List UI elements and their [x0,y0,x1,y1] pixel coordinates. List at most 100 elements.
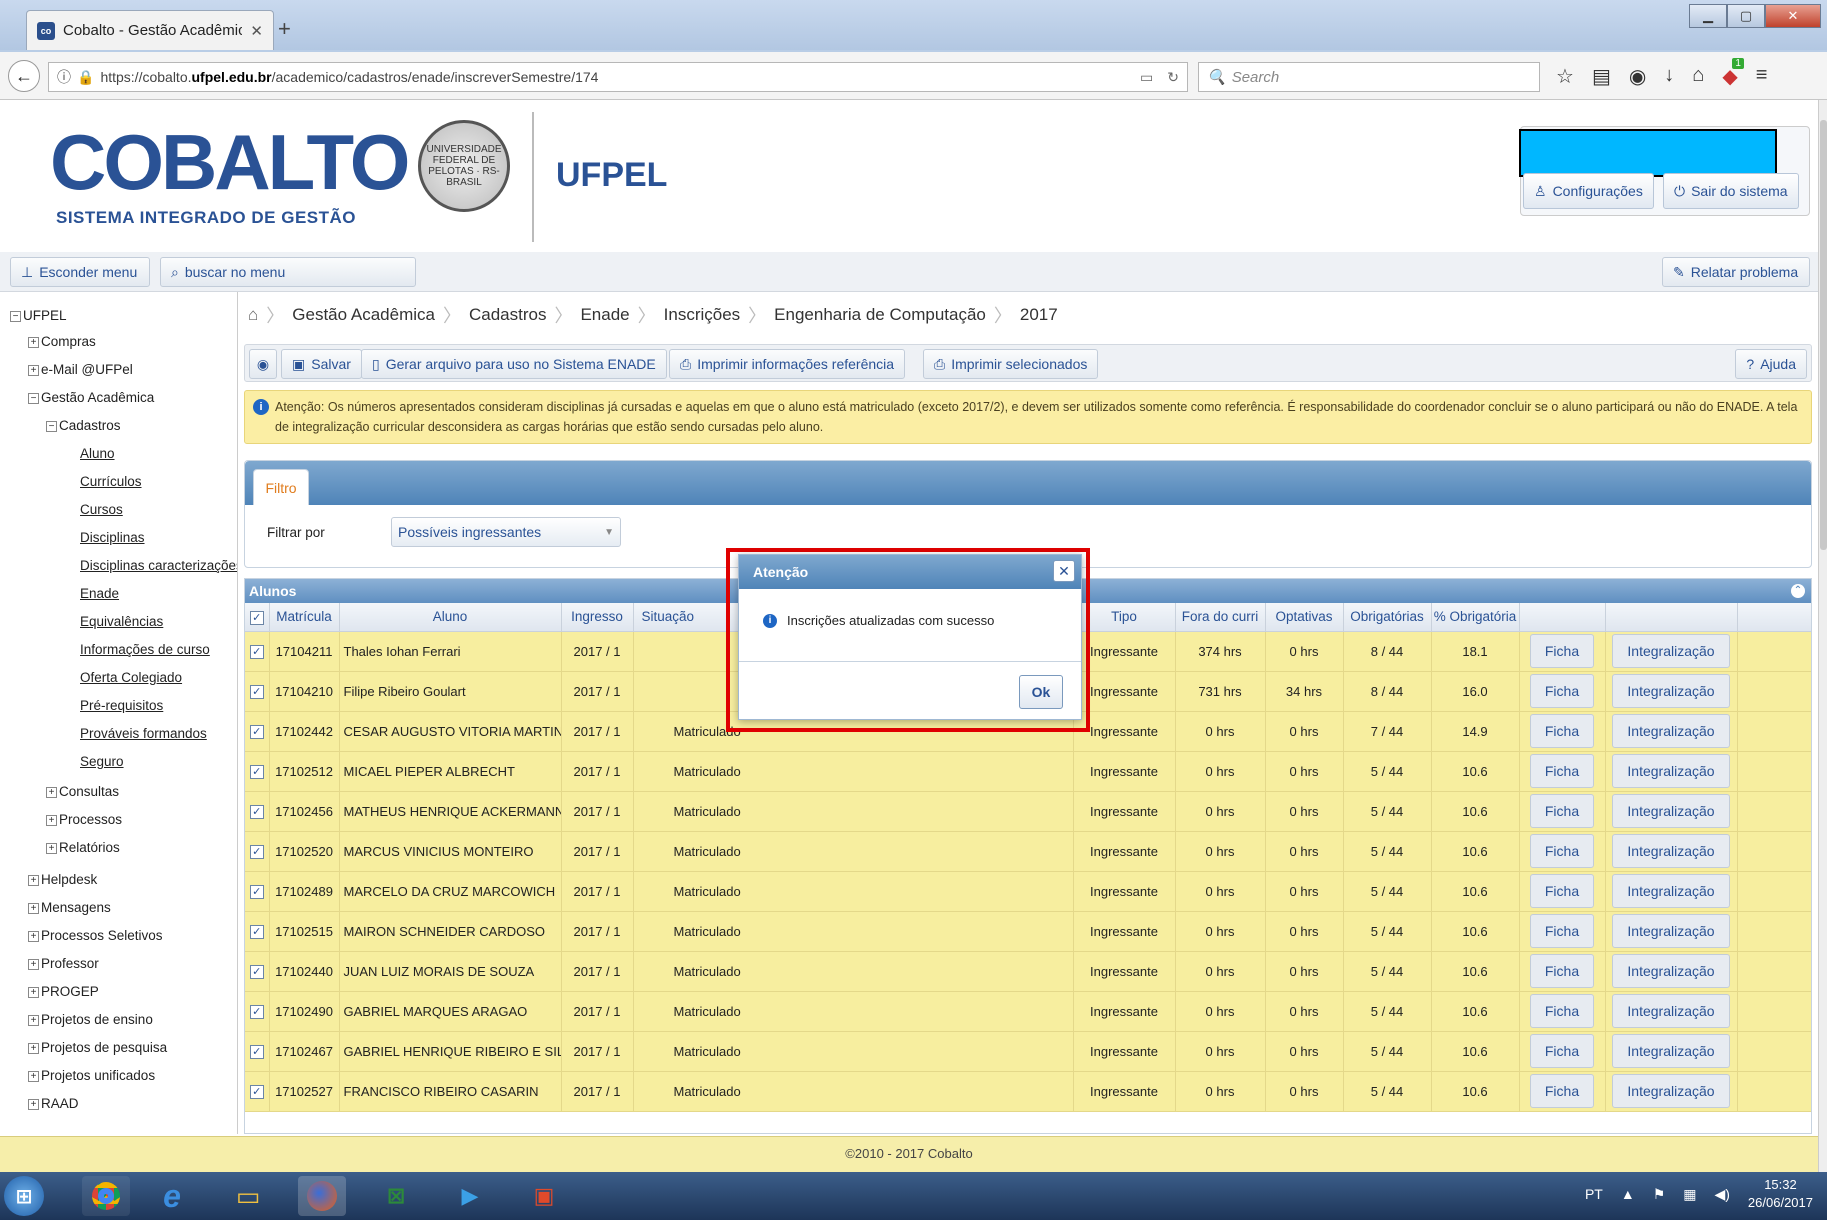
ficha-button[interactable]: Ficha [1529,1074,1595,1108]
ficha-button[interactable]: Ficha [1529,874,1595,908]
tab-filtro[interactable]: Filtro [253,469,309,505]
tray-expand-icon[interactable]: ▲ [1621,1186,1635,1202]
ficha-button[interactable]: Ficha [1529,914,1595,948]
firefox-icon[interactable] [298,1176,346,1216]
row-checkbox[interactable]: ✓ [249,1085,264,1099]
integralizacao-button-cell[interactable]: Integralização [1605,991,1738,1032]
table-row[interactable]: ✓ 17102440 JUAN LUIZ MORAIS DE SOUZA 2017 /… [245,951,1811,992]
row-checkbox-cell[interactable]: ✓ [245,1071,270,1112]
row-checkbox[interactable]: ✓ [249,805,264,819]
column-header[interactable]: Ingresso [561,603,634,632]
close-window-icon[interactable]: ✕ [1765,4,1821,28]
maximize-icon[interactable]: ▢ [1727,4,1765,28]
config-button[interactable]: ♙ Configurações [1523,173,1654,209]
menu-search-input[interactable]: ⌕ buscar no menu [160,257,416,287]
integralizacao-button-cell[interactable]: Integralização [1605,791,1738,832]
integralizacao-button[interactable]: Integralização [1612,1074,1730,1108]
ficha-button-cell[interactable]: Ficha [1519,951,1606,992]
table-row[interactable]: ✓ 17102520 MARCUS VINICIUS MONTEIRO 2017 / … [245,831,1811,872]
table-row[interactable]: ✓ 17102512 MICAEL PIEPER ALBRECHT 2017 / 1M… [245,751,1811,792]
close-icon[interactable]: ✕ [1053,560,1075,582]
ficha-button-cell[interactable]: Ficha [1519,1071,1606,1112]
pocket-icon[interactable]: ◉ [1629,64,1646,89]
volume-icon[interactable]: ◀) [1714,1186,1729,1203]
sidebar-item-pesquisa[interactable]: + Projetos de pesquisa [28,1040,167,1055]
breadcrumb-item[interactable]: Engenharia de Computação [774,305,986,325]
sidebar-item-enade[interactable]: Enade [80,586,119,601]
sidebar-item-cursos[interactable]: Cursos [80,502,123,517]
integralizacao-button[interactable]: Integralização [1612,1034,1730,1068]
clock[interactable]: 15:32 26/06/2017 [1748,1176,1813,1212]
tree-root[interactable]: − UFPEL [10,308,67,323]
search-input[interactable]: 🔍 Search [1198,62,1540,92]
integralizacao-button[interactable]: Integralização [1612,874,1730,908]
browser-tab[interactable]: co Cobalto - Gestão Acadêmica ✕ [26,10,274,50]
integralizacao-button-cell[interactable]: Integralização [1605,711,1738,752]
powerpoint-icon[interactable]: ▣ [520,1176,568,1216]
addon-shield-icon[interactable]: ◆ 1 [1722,58,1744,89]
sidebar-item-prereq[interactable]: Pré-requisitos [80,698,163,713]
select-all-checkbox[interactable]: ✓ [245,603,270,632]
table-row[interactable]: ✓ 17102515 MAIRON SCHNEIDER CARDOSO 2017 / … [245,911,1811,952]
collapse-icon[interactable]: ⌃ [1791,584,1805,598]
row-checkbox[interactable]: ✓ [249,885,264,899]
ficha-button[interactable]: Ficha [1529,794,1595,828]
sidebar-item-disciplinas[interactable]: Disciplinas [80,530,145,545]
ficha-button-cell[interactable]: Ficha [1519,1031,1606,1072]
chrome-icon[interactable] [82,1176,130,1216]
row-checkbox-cell[interactable]: ✓ [245,1031,270,1072]
sidebar-item-raad[interactable]: + RAAD [28,1096,79,1111]
sidebar-item-relatorios[interactable]: + Relatórios [46,840,120,855]
table-row[interactable]: ✓ 17102490 GABRIEL MARQUES ARAGAO 2017 / 1M… [245,991,1811,1032]
sidebar-item-unificados[interactable]: + Projetos unificados [28,1068,155,1083]
ficha-button-cell[interactable]: Ficha [1519,871,1606,912]
row-checkbox-cell[interactable]: ✓ [245,911,270,952]
sidebar-item-info[interactable]: Informações de curso [80,642,210,657]
row-checkbox-cell[interactable]: ✓ [245,711,270,752]
integralizacao-button-cell[interactable]: Integralização [1605,631,1738,672]
sidebar-item-disc-car[interactable]: Disciplinas caracterizações [80,558,237,573]
ficha-button[interactable]: Ficha [1529,834,1595,868]
ok-button[interactable]: Ok [1019,675,1063,709]
ficha-button[interactable]: Ficha [1529,1034,1595,1068]
integralizacao-button-cell[interactable]: Integralização [1605,831,1738,872]
back-icon[interactable]: ← [8,60,40,92]
excel-icon[interactable]: ⊠ [372,1176,420,1216]
hide-menu-button[interactable]: ⊥ Esconder menu [10,257,150,287]
integralizacao-button[interactable]: Integralização [1612,634,1730,668]
row-checkbox-cell[interactable]: ✓ [245,951,270,992]
integralizacao-button-cell[interactable]: Integralização [1605,951,1738,992]
print-selected-button[interactable]: ⎙ Imprimir selecionados [923,349,1099,379]
row-checkbox[interactable]: ✓ [249,845,264,859]
integralizacao-button-cell[interactable]: Integralização [1605,671,1738,712]
ficha-button-cell[interactable]: Ficha [1519,671,1606,712]
reload-icon[interactable]: ↻ [1167,69,1179,86]
minimize-icon[interactable]: ▁ [1689,4,1727,28]
url-bar[interactable]: ⓘ 🔒 https://cobalto.ufpel.edu.br/academi… [48,62,1188,92]
row-checkbox[interactable]: ✓ [249,925,264,939]
row-checkbox[interactable]: ✓ [249,965,264,979]
table-row[interactable]: ✓ 17102456 MATHEUS HENRIQUE ACKERMANN 2017 … [245,791,1811,832]
logout-button[interactable]: ⏻ Sair do sistema [1663,173,1799,209]
media-player-icon[interactable]: ▶ [446,1176,494,1216]
table-row[interactable]: ✓ 17102527 FRANCISCO RIBEIRO CASARIN 2017 /… [245,1071,1811,1112]
sidebar-item-oferta[interactable]: Oferta Colegiado [80,670,182,685]
breadcrumb-item[interactable]: Cadastros [469,305,546,325]
integralizacao-button-cell[interactable]: Integralização [1605,871,1738,912]
ficha-button[interactable]: Ficha [1529,714,1595,748]
column-header[interactable]: Aluno [339,603,562,632]
integralizacao-button-cell[interactable]: Integralização [1605,1031,1738,1072]
column-header[interactable]: Fora do curri [1175,603,1266,632]
generate-file-button[interactable]: ▯ Gerar arquivo para uso no Sistema ENADE [361,349,667,379]
integralizacao-button-cell[interactable]: Integralização [1605,911,1738,952]
sidebar-item-seletivos[interactable]: + Processos Seletivos [28,928,163,943]
row-checkbox[interactable]: ✓ [249,725,264,739]
start-button-icon[interactable]: ⊞ [4,1176,44,1216]
flag-icon[interactable]: ⚑ [1653,1186,1666,1203]
integralizacao-button-cell[interactable]: Integralização [1605,1071,1738,1112]
cobalto-logo[interactable]: COBALTO [50,122,410,202]
sidebar-item-mensagens[interactable]: + Mensagens [28,900,111,915]
ficha-button-cell[interactable]: Ficha [1519,911,1606,952]
breadcrumb-item[interactable]: Enade [580,305,629,325]
row-checkbox[interactable]: ✓ [249,1005,264,1019]
